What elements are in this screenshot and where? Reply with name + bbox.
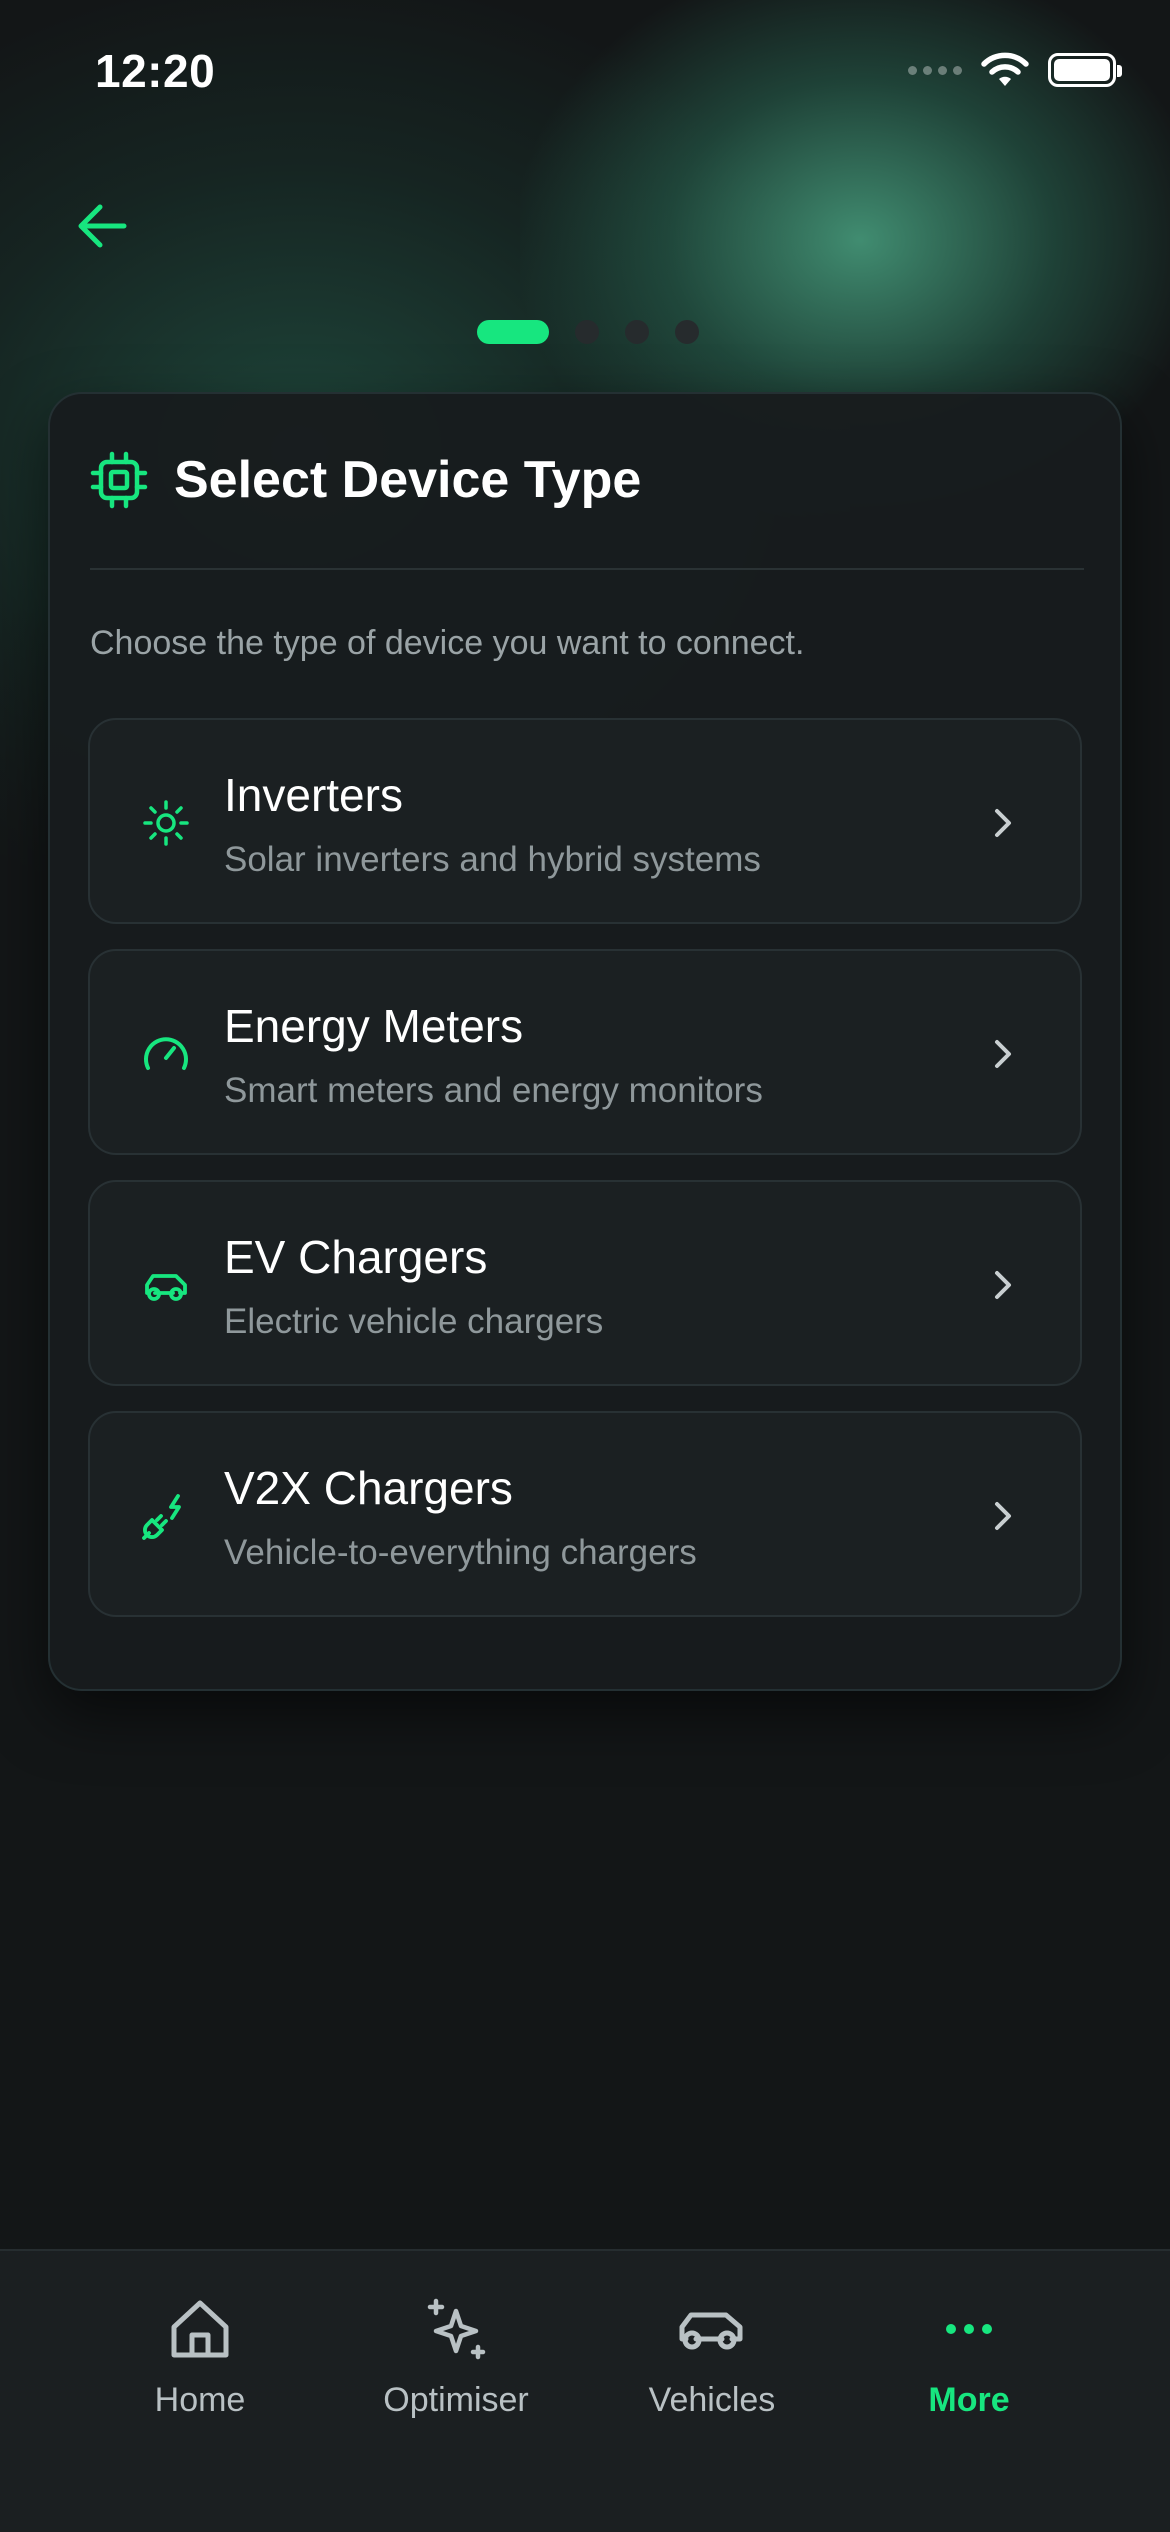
page-title: Select Device Type (174, 451, 642, 509)
gauge-icon (138, 1026, 194, 1082)
sun-icon (138, 795, 194, 851)
chevron-right-icon (978, 1491, 1028, 1541)
device-option-v2x-chargers[interactable]: V2X Chargers Vehicle-to-everything charg… (88, 1411, 1082, 1617)
chevron-right-icon (978, 1029, 1028, 1079)
car-icon (672, 2289, 752, 2369)
device-type-screen: 12:20 Select Device Type Choose the type… (0, 0, 1170, 2532)
device-option-ev-chargers[interactable]: EV Chargers Electric vehicle chargers (88, 1180, 1082, 1386)
step-dot (675, 320, 699, 344)
sparkles-icon (416, 2289, 496, 2369)
home-icon (160, 2289, 240, 2369)
device-description: Electric vehicle chargers (224, 1302, 604, 1341)
tab-home[interactable]: Home (80, 2289, 320, 2439)
device-name: Inverters (224, 769, 403, 821)
card-subtitle: Choose the type of device you want to co… (90, 624, 805, 662)
step-indicator (477, 320, 699, 344)
device-type-list: Inverters Solar inverters and hybrid sys… (88, 718, 1082, 1642)
tab-optimiser[interactable]: Optimiser (336, 2289, 576, 2439)
chevron-right-icon (978, 1260, 1028, 1310)
tab-vehicles[interactable]: Vehicles (592, 2289, 832, 2439)
device-description: Vehicle-to-everything chargers (224, 1533, 697, 1572)
device-option-energy-meters[interactable]: Energy Meters Smart meters and energy mo… (88, 949, 1082, 1155)
device-name: EV Chargers (224, 1231, 488, 1283)
device-description: Smart meters and energy monitors (224, 1071, 763, 1110)
car-icon (138, 1257, 194, 1313)
tab-label: More (928, 2381, 1010, 2419)
battery-icon (1048, 53, 1122, 87)
chevron-right-icon (978, 798, 1028, 848)
chip-icon (90, 451, 148, 509)
tab-label: Optimiser (383, 2381, 529, 2419)
more-icon (929, 2289, 1009, 2369)
wifi-icon (981, 52, 1029, 86)
step-dot-active (477, 320, 549, 344)
status-icons (908, 52, 1122, 88)
status-bar: 12:20 (0, 0, 1170, 150)
device-type-card: Select Device Type Choose the type of de… (48, 392, 1122, 1691)
tab-label: Home (154, 2381, 246, 2419)
back-button[interactable] (66, 190, 138, 262)
step-dot (575, 320, 599, 344)
status-time: 12:20 (95, 45, 216, 97)
cellular-signal-icon (908, 65, 962, 75)
arrow-left-icon (78, 204, 127, 248)
divider (90, 568, 1084, 570)
device-option-inverters[interactable]: Inverters Solar inverters and hybrid sys… (88, 718, 1082, 924)
device-description: Solar inverters and hybrid systems (224, 840, 761, 879)
plug-icon (138, 1488, 194, 1544)
step-dot (625, 320, 649, 344)
device-name: V2X Chargers (224, 1462, 513, 1514)
bottom-tab-bar: Home Optimiser Vehicles More (0, 2249, 1170, 2532)
device-name: Energy Meters (224, 1000, 524, 1052)
card-header: Select Device Type (90, 450, 641, 510)
tab-label: Vehicles (648, 2381, 776, 2419)
tab-more[interactable]: More (849, 2289, 1089, 2439)
